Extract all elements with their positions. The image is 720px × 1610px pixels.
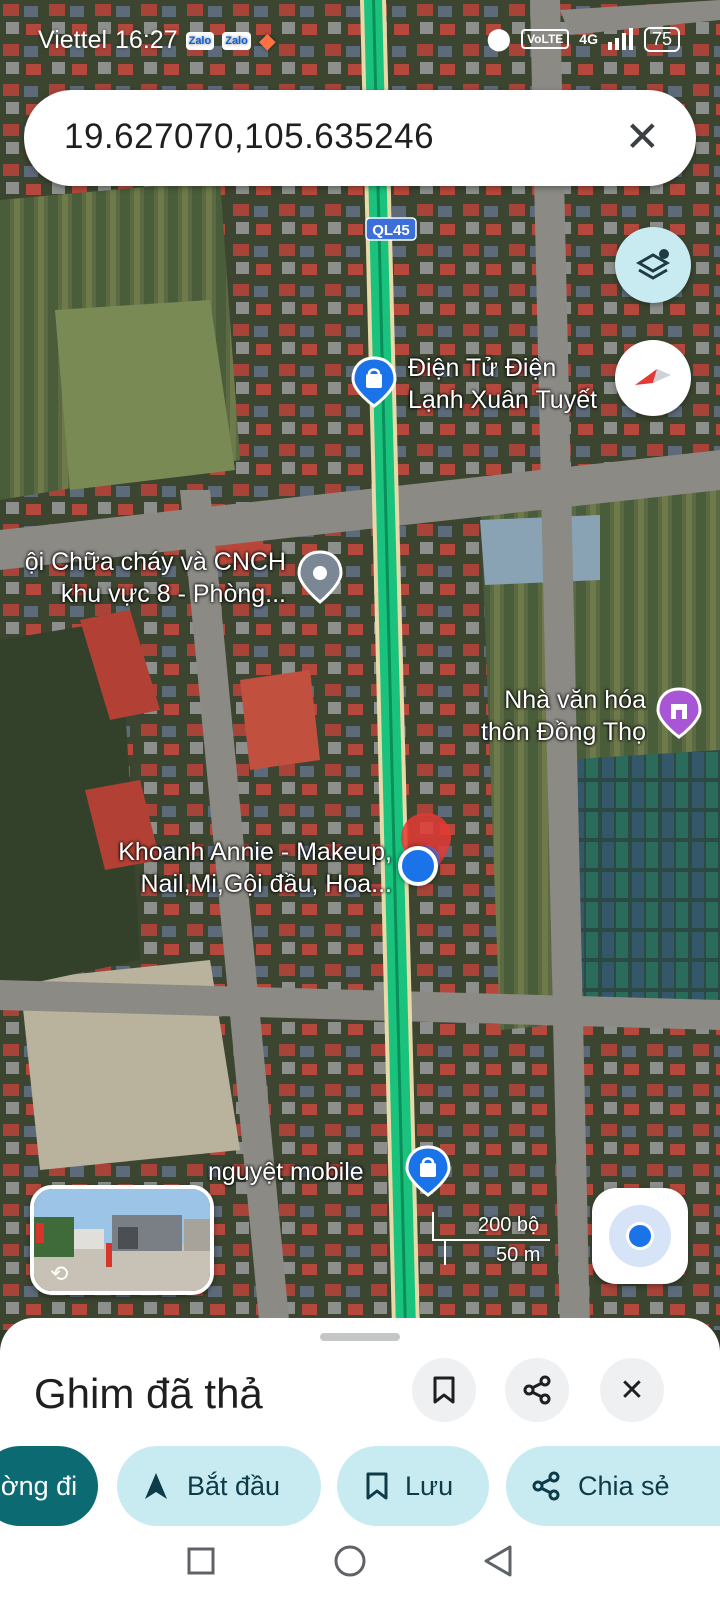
home-icon[interactable] <box>333 1544 367 1578</box>
road-shield: QL45 <box>372 222 410 239</box>
recent-apps-icon[interactable] <box>186 1546 216 1576</box>
close-sheet-button[interactable]: ✕ <box>600 1358 664 1422</box>
shopping-bag-icon[interactable] <box>351 356 397 408</box>
signal-icon <box>607 28 633 50</box>
system-navigation-bar <box>0 1530 720 1610</box>
rotate-360-icon: ⟲ <box>50 1261 69 1286</box>
place-label[interactable]: ội Chữa cháy và CNCH khu vực 8 - Phòng..… <box>0 546 286 610</box>
compass-icon <box>635 369 671 385</box>
share-icon-button[interactable] <box>505 1358 569 1422</box>
ticket-icon: ◆ <box>258 27 276 53</box>
network-type: 4G <box>579 31 598 47</box>
bookmark-icon <box>433 1376 455 1404</box>
navigation-arrow-icon <box>145 1473 167 1499</box>
share-button[interactable]: Chia sẻ <box>506 1446 720 1526</box>
bookmark-icon <box>366 1472 388 1500</box>
layers-button[interactable] <box>615 227 691 303</box>
back-icon[interactable] <box>482 1544 514 1578</box>
place-pin-icon[interactable] <box>297 550 343 604</box>
share-icon <box>523 1375 551 1405</box>
place-label[interactable]: Điện Tử Điện Lạnh Xuân Tuyết <box>408 352 597 416</box>
volte-icon: VoLTE <box>521 29 570 49</box>
action-chips: ờng đi Bắt đầu Lưu Chia sẻ <box>0 1446 720 1526</box>
battery-icon: 75 <box>643 26 680 52</box>
current-location-dot <box>398 846 438 886</box>
search-bar[interactable]: 19.627070,105.635246 ✕ <box>24 90 696 186</box>
my-location-button[interactable] <box>592 1188 688 1284</box>
compass-button[interactable] <box>615 340 691 416</box>
zalo-icon: Zalo <box>185 31 215 50</box>
status-bar: Viettel 16:27 Zalo Zalo ◆ ⬤ VoLTE 4G 75 <box>0 18 720 68</box>
street-view-thumbnail[interactable]: ⟲ <box>30 1185 214 1295</box>
map-view[interactable]: QL45 Điện Tử Điện Lạnh Xuân Tuyết ội Chữ… <box>0 0 720 1330</box>
clear-search-button[interactable]: ✕ <box>625 112 660 161</box>
save-button[interactable]: Lưu <box>337 1446 489 1526</box>
start-button[interactable]: Bắt đầu <box>117 1446 321 1526</box>
satellite-imagery: QL45 <box>0 0 720 1330</box>
close-icon: ✕ <box>619 1373 645 1407</box>
carrier: Viettel <box>38 26 108 54</box>
place-label[interactable]: Nhà văn hóa thôn Đồng Thọ <box>450 684 646 748</box>
location-dot-icon <box>626 1222 654 1250</box>
place-label[interactable]: Khoanh Annie - Makeup, Nail,Mi,Gội đầu, … <box>70 836 392 900</box>
drag-handle[interactable] <box>320 1333 400 1341</box>
location-icon: ⬤ <box>486 26 512 51</box>
map-scale: 200 bộ 50 m <box>432 1212 552 1272</box>
sheet-title: Ghim đã thả <box>34 1370 263 1417</box>
save-icon-button[interactable] <box>412 1358 476 1422</box>
directions-button[interactable]: ờng đi <box>0 1446 98 1526</box>
layers-icon <box>635 249 671 280</box>
clock: 16:27 <box>115 26 178 54</box>
place-label[interactable]: nguyệt mobile <box>208 1156 364 1188</box>
share-icon <box>532 1471 560 1501</box>
search-input[interactable]: 19.627070,105.635246 <box>64 117 434 157</box>
community-hall-icon[interactable] <box>656 687 702 739</box>
shopping-bag-icon[interactable] <box>405 1145 451 1197</box>
zalo-icon: Zalo <box>222 31 251 50</box>
